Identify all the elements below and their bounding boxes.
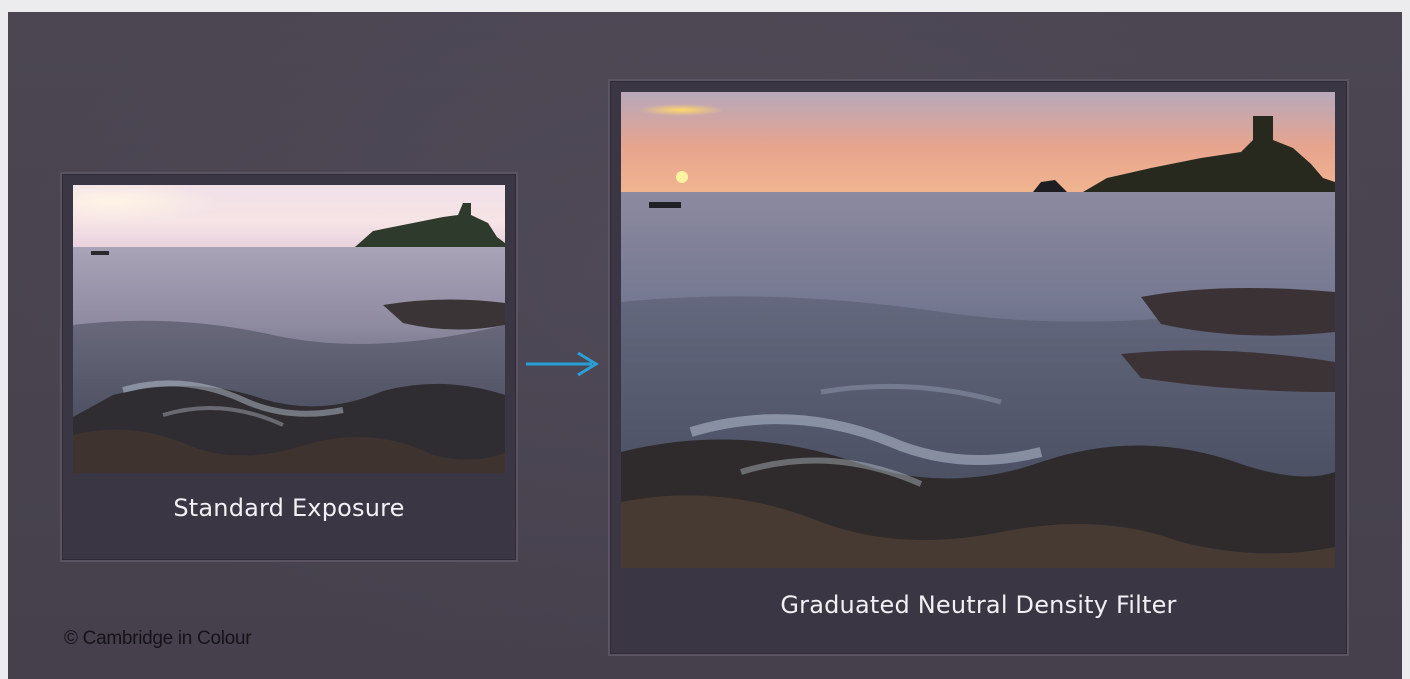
- graduated-nd-filter-photo: [621, 92, 1335, 568]
- standard-exposure-card: Standard Exposure: [60, 172, 518, 562]
- comparison-panel: Standard Exposure Graduated Neutral Dens…: [8, 12, 1402, 679]
- standard-exposure-caption: Standard Exposure: [173, 494, 405, 522]
- copyright-credit: © Cambridge in Colour: [64, 628, 252, 649]
- standard-exposure-photo: [73, 185, 505, 473]
- graduated-nd-filter-card: Graduated Neutral Density Filter: [608, 79, 1349, 656]
- graduated-nd-filter-caption: Graduated Neutral Density Filter: [780, 591, 1177, 619]
- arrow-right-icon: [526, 351, 599, 377]
